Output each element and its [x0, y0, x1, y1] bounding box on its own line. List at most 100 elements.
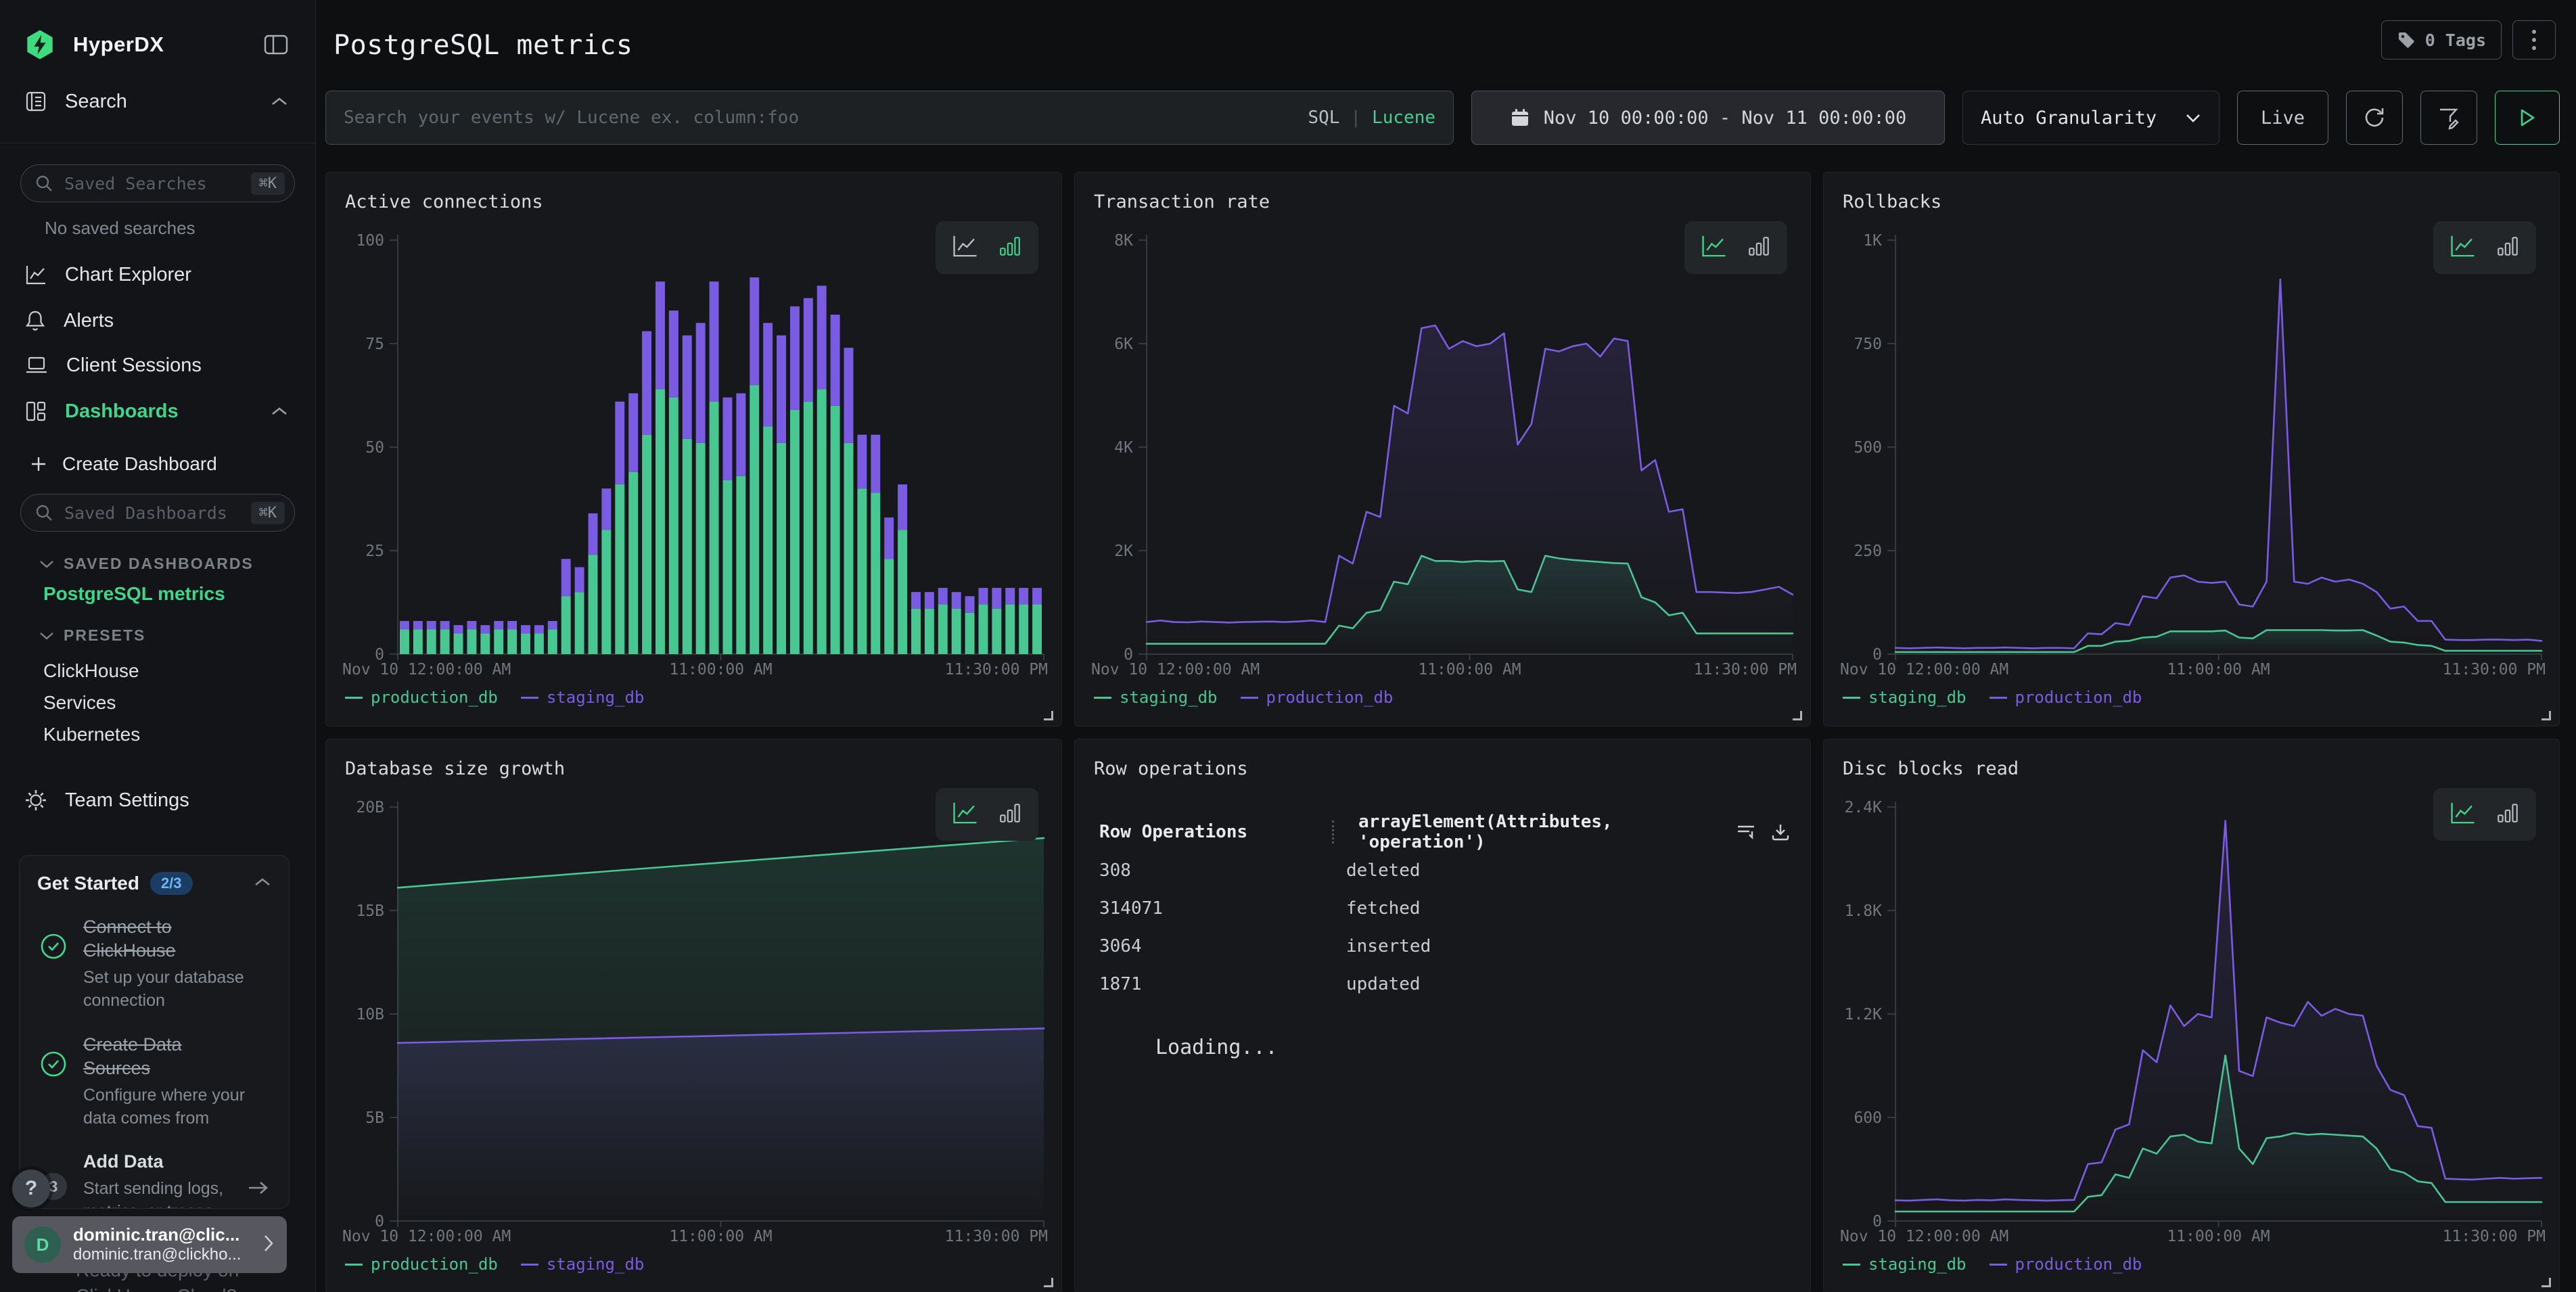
row-operations-table: Row Operations arrayElement(Attributes, … — [1099, 812, 1790, 1003]
panel-resize-handle[interactable] — [1793, 711, 1802, 720]
sidebar-item-client-sessions[interactable]: Client Sessions — [24, 346, 288, 384]
y-axis-tick-label: 100 — [356, 232, 384, 250]
chart-type-toggle — [936, 788, 1038, 841]
lucene-mode-toggle[interactable]: Lucene — [1372, 108, 1435, 128]
bar-staging — [763, 323, 773, 426]
sidebar-item-chart-explorer[interactable]: Chart Explorer — [24, 256, 288, 294]
panel-resize-handle[interactable] — [2542, 711, 2551, 720]
line-chart-toggle-icon[interactable] — [2450, 801, 2477, 828]
download-icon[interactable] — [1771, 823, 1790, 841]
saved-dashboards-input[interactable]: Saved Dashboards ⌘K — [20, 494, 295, 532]
run-query-button[interactable] — [2495, 91, 2560, 145]
bar-chart-toggle-icon[interactable] — [998, 801, 1022, 828]
sidebar-item-label: Dashboards — [65, 400, 253, 423]
legend-swatch — [1990, 1264, 2007, 1266]
filter-button[interactable] — [2420, 91, 2477, 145]
bar-production — [952, 609, 961, 654]
legend-item-production_db[interactable]: production_db — [1990, 688, 2142, 707]
panel-resize-handle[interactable] — [2542, 1278, 2551, 1287]
arrow-right-icon — [247, 1180, 270, 1199]
bar-chart-toggle-icon[interactable] — [1747, 234, 1771, 261]
get-started-title: Get Started — [37, 873, 139, 894]
get-started-card: Get Started 2/3 Connect to ClickHouse Se… — [19, 855, 290, 1209]
panel-resize-handle[interactable] — [1044, 1278, 1053, 1287]
event-search-input[interactable]: Search your events w/ Lucene ex. column:… — [325, 91, 1454, 145]
y-axis-tick-label: 250 — [1854, 543, 1882, 560]
y-axis-tick-label: 1.8K — [1845, 902, 1883, 920]
cell-operation: fetched — [1332, 898, 1790, 919]
sort-icon[interactable] — [1736, 823, 1756, 841]
section-saved-dashboards[interactable]: SAVED DASHBOARDS — [39, 555, 254, 573]
cell-operation: deleted — [1332, 860, 1790, 881]
granularity-select[interactable]: Auto Granularity — [1962, 91, 2220, 145]
line-chart-toggle-icon[interactable] — [1701, 234, 1728, 261]
sidebar-collapse-button[interactable] — [264, 34, 288, 55]
legend-swatch — [521, 697, 538, 699]
bar-production — [1005, 605, 1015, 654]
step-title: Add Data — [83, 1150, 254, 1174]
legend-label: production_db — [1266, 688, 1394, 707]
refresh-button[interactable] — [2346, 91, 2403, 145]
create-dashboard-button[interactable]: Create Dashboard — [30, 449, 288, 479]
legend-item-staging_db[interactable]: staging_db — [1843, 688, 1967, 707]
table-row: 3064inserted — [1099, 927, 1790, 965]
bar-staging — [669, 310, 678, 398]
chart-explorer-icon — [24, 264, 47, 285]
bar-chart-toggle-icon[interactable] — [2496, 801, 2520, 828]
legend-item-staging_db[interactable]: staging_db — [1843, 1255, 1967, 1274]
sidebar-item-services[interactable]: Services — [43, 692, 116, 714]
column-separator[interactable] — [1332, 821, 1334, 844]
legend-item-production_db[interactable]: production_db — [345, 1255, 498, 1274]
get-started-step-sources[interactable]: Create Data Sources Configure where your… — [37, 1033, 271, 1130]
bar-staging — [884, 517, 894, 559]
chevron-up-icon[interactable] — [254, 877, 271, 891]
bar-staging — [683, 336, 692, 439]
legend-item-staging_db[interactable]: staging_db — [1094, 688, 1218, 707]
legend-item-staging_db[interactable]: staging_db — [521, 688, 645, 707]
y-axis-tick-label: 500 — [1854, 439, 1882, 457]
dashboard-menu-button[interactable] — [2512, 20, 2556, 60]
calendar-icon — [1510, 108, 1530, 128]
sidebar-item-search[interactable]: Search — [24, 83, 288, 120]
x-axis-label: 11:30:00 PM — [945, 1228, 1048, 1245]
bar-production — [1032, 605, 1042, 654]
saved-searches-input[interactable]: Saved Searches ⌘K — [20, 164, 295, 202]
get-started-step-add-data[interactable]: 3 Add Data Start sending logs, metrics, … — [37, 1150, 271, 1209]
line-chart-toggle-icon[interactable] — [952, 234, 979, 261]
tags-button[interactable]: 0 Tags — [2381, 20, 2502, 60]
sidebar-item-team-settings[interactable]: Team Settings — [24, 783, 288, 817]
panel-resize-handle[interactable] — [1044, 711, 1053, 720]
legend-item-staging_db[interactable]: staging_db — [521, 1255, 645, 1274]
bell-icon — [24, 309, 46, 332]
legend-item-production_db[interactable]: production_db — [1990, 1255, 2142, 1274]
sidebar-item-kubernetes[interactable]: Kubernetes — [43, 724, 140, 745]
chart-legend: production_db staging_db — [345, 688, 644, 707]
bar-staging — [548, 621, 557, 629]
line-chart-toggle-icon[interactable] — [2450, 234, 2477, 261]
bar-chart-toggle-icon[interactable] — [998, 234, 1022, 261]
sql-mode-toggle[interactable]: SQL — [1308, 108, 1339, 128]
legend-item-production_db[interactable]: production_db — [1241, 688, 1394, 707]
live-button[interactable]: Live — [2237, 91, 2328, 145]
legend-item-production_db[interactable]: production_db — [345, 688, 498, 707]
sidebar-item-dashboards[interactable]: Dashboards — [24, 392, 288, 430]
user-menu[interactable]: D dominic.tran@clic... dominic.tran@clic… — [12, 1216, 287, 1273]
laptop-icon — [24, 354, 49, 376]
get-started-step-connect[interactable]: Connect to ClickHouse Set up your databa… — [37, 915, 271, 1013]
bar-production — [925, 609, 934, 654]
sidebar-item-postgresql-metrics[interactable]: PostgreSQL metrics — [43, 583, 225, 605]
bar-production — [589, 555, 598, 654]
bar-staging — [589, 513, 598, 555]
bar-chart-toggle-icon[interactable] — [2496, 234, 2520, 261]
bar-production — [871, 492, 880, 654]
sidebar-item-clickhouse[interactable]: ClickHouse — [43, 660, 139, 682]
bar-staging — [1032, 588, 1042, 604]
bar-production — [750, 385, 759, 654]
date-range-picker[interactable]: Nov 10 00:00:00 - Nov 11 00:00:00 — [1471, 91, 1945, 145]
legend-label: staging_db — [1868, 688, 1967, 707]
section-presets[interactable]: PRESETS — [39, 626, 145, 645]
sidebar-item-alerts[interactable]: Alerts — [24, 302, 288, 340]
line-chart-toggle-icon[interactable] — [952, 801, 979, 828]
help-button[interactable]: ? — [12, 1170, 50, 1207]
panel-database-size-growth: Database size growth 05B10B15B20BNov 10 … — [325, 739, 1062, 1292]
